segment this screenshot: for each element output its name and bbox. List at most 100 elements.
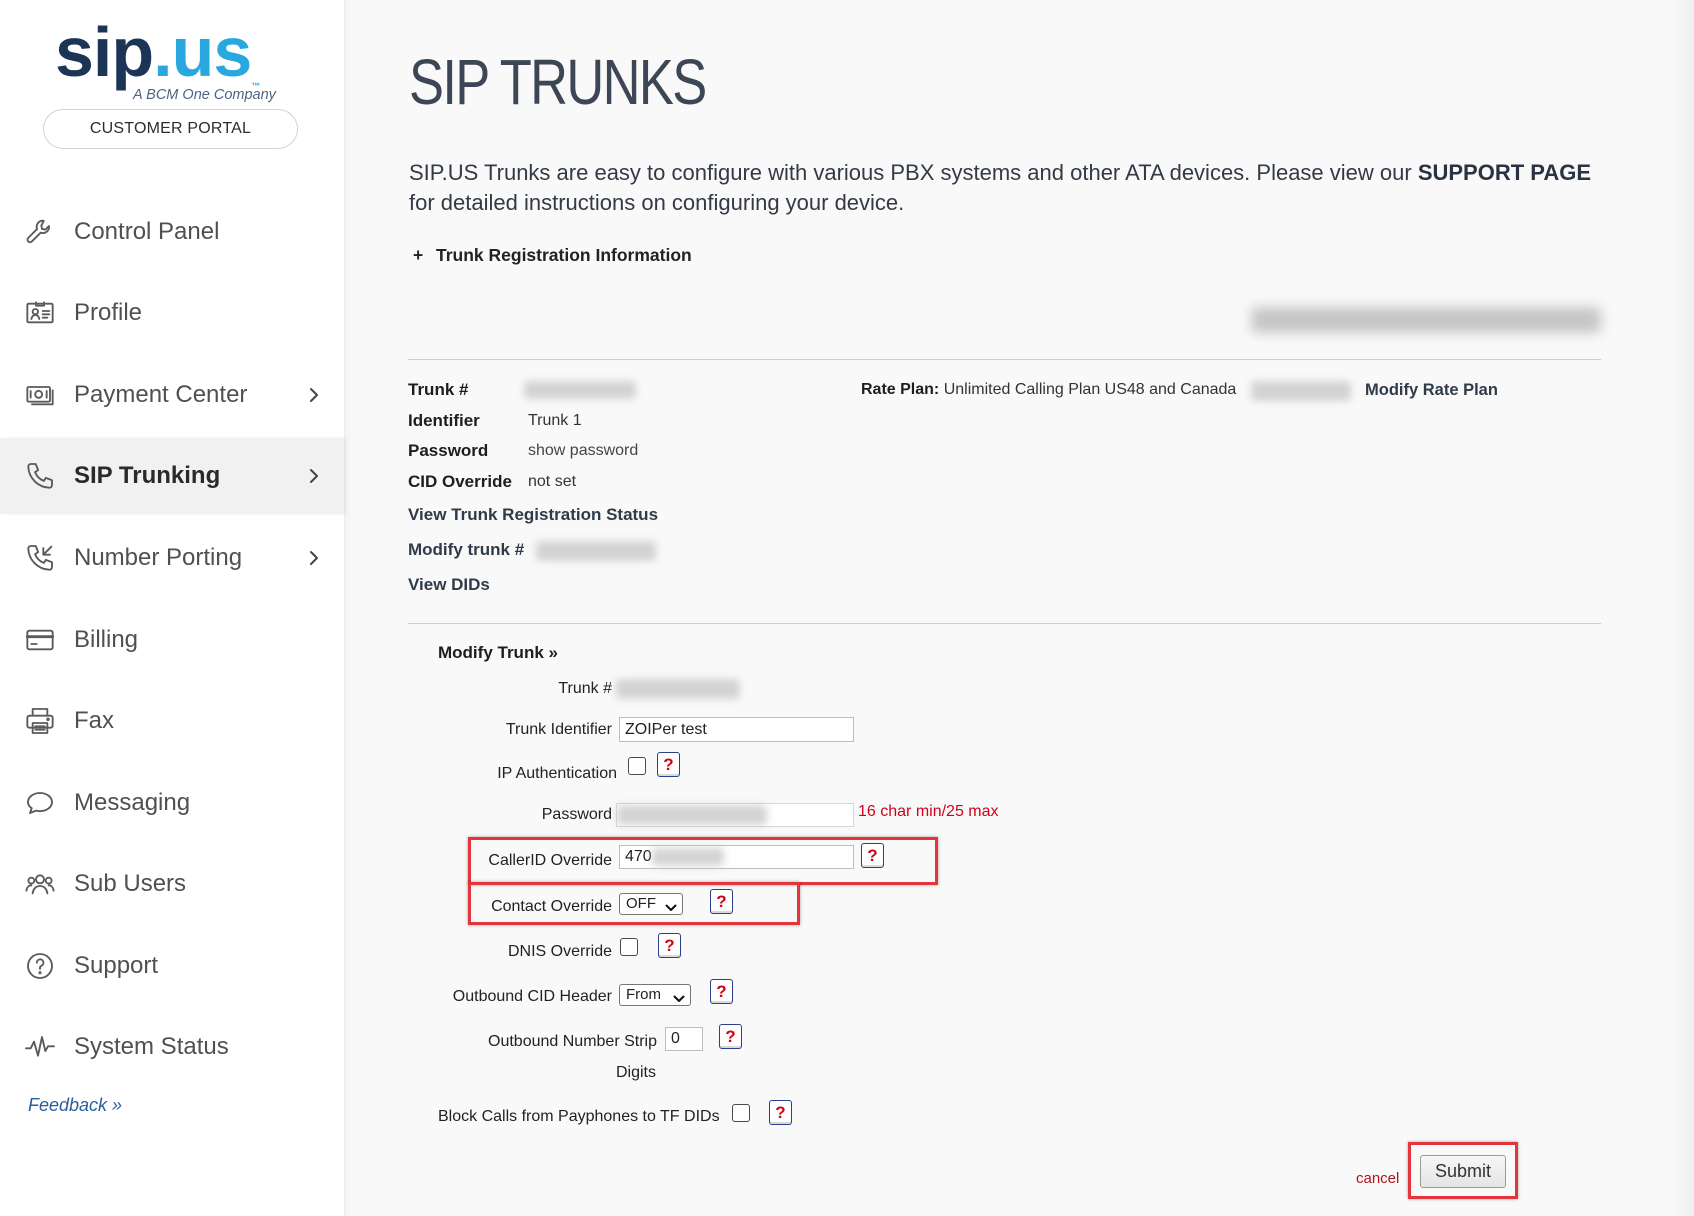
modify-trunk-heading: Modify Trunk » [438,643,558,662]
ip-authentication-checkbox[interactable] [628,757,646,775]
password-label: Password [408,441,489,460]
chevron-right-icon [304,385,324,405]
divider [408,623,1601,624]
page: sip.us™ A BCM One Company CUSTOMER PORTA… [0,0,1694,1216]
phone-icon [24,460,56,492]
support-page-link[interactable]: SUPPORT PAGE [1418,160,1591,185]
logo-dot: . [153,13,172,91]
sidebar-item-number-porting[interactable]: Number Porting [0,520,344,596]
sidebar: sip.us™ A BCM One Company CUSTOMER PORTA… [0,0,344,1216]
logo-us: us [171,13,253,91]
phone-incoming-icon [24,542,56,574]
outbound-cid-header-label: Outbound CID Header [452,988,612,1005]
users-icon [24,868,56,900]
modify-trunk-link[interactable]: Modify trunk # [408,540,524,560]
redacted-value [524,381,636,399]
id-card-icon [24,297,56,329]
redacted-value [536,541,656,561]
feedback-link[interactable]: Feedback » [28,1095,122,1116]
chevron-down-icon [673,990,685,1002]
intro-text-2: for detailed instructions on configuring… [409,190,905,215]
customer-portal-button[interactable]: CUSTOMER PORTAL [43,109,298,149]
chevron-right-icon [304,548,324,568]
page-title: SIP TRUNKS [409,46,707,118]
sidebar-item-billing[interactable]: Billing [0,602,344,678]
sidebar-item-label: Number Porting [74,544,243,571]
show-password-link[interactable]: show password [528,441,638,461]
outbound-cid-header-value: From [626,986,661,1003]
block-payphones-checkbox[interactable] [732,1104,750,1122]
right-edge-shadow [1672,0,1694,1216]
divider [408,359,1601,360]
logo-sip: sip [55,13,154,91]
sidebar-item-label: Payment Center [74,381,248,408]
block-payphones-label: Block Calls from Payphones to TF DIDs [438,1108,720,1125]
cash-icon [24,379,56,411]
help-button[interactable]: ? [657,752,680,777]
help-button[interactable]: ? [658,933,681,958]
intro-paragraph: SIP.US Trunks are easy to configure with… [409,158,1591,218]
cid-override-value: not set [528,473,577,490]
sidebar-item-label: Sub Users [74,870,187,897]
cancel-link[interactable]: cancel [1356,1169,1399,1189]
sidebar-item-messaging[interactable]: Messaging [0,765,344,841]
question-circle-icon [24,950,56,982]
contact-override-highlight-box [468,882,800,925]
callerid-highlight-box [468,837,938,885]
printer-icon [24,705,56,737]
pulse-icon [24,1031,56,1063]
wrench-icon [24,216,56,248]
sidebar-item-sub-users[interactable]: Sub Users [0,846,344,922]
redacted-value [616,679,740,699]
sidebar-item-support[interactable]: Support [0,928,344,1004]
password-hint: 16 char min/25 max [858,803,999,820]
trunk-identifier-label: Trunk Identifier [505,721,612,738]
redacted-value [1251,381,1351,401]
trunk-identifier-input[interactable] [619,717,854,742]
sidebar-item-label: Billing [74,626,139,653]
plus-icon: + [413,245,424,265]
dnis-override-label: DNIS Override [507,943,612,960]
cid-override-label: CID Override [408,472,512,491]
rate-plan-value: Unlimited Calling Plan US48 and Canada [943,381,1237,398]
sidebar-item-label: Profile [74,299,143,326]
sidebar-item-payment-center[interactable]: Payment Center [0,357,344,433]
sidebar-item-profile[interactable]: Profile [0,275,344,351]
rate-plan: Rate Plan: Unlimited Calling Plan US48 a… [861,380,1236,400]
intro-text: SIP.US Trunks are easy to configure with… [409,160,1418,185]
outbound-number-strip-label: Outbound Number Strip [488,1033,657,1050]
identifier-label: Identifier [408,411,480,430]
help-button[interactable]: ? [769,1100,792,1125]
sidebar-item-system-status[interactable]: System Status [0,1009,344,1085]
view-dids-link[interactable]: View DIDs [408,575,490,595]
outbound-number-strip-input[interactable] [665,1027,703,1051]
redacted-link [1251,307,1601,333]
outbound-cid-header-select[interactable]: From [619,984,691,1006]
password-field-label: Password [541,806,612,823]
outbound-number-strip-label-2: Digits [615,1064,656,1081]
modify-rate-plan-link[interactable]: Modify Rate Plan [1365,380,1498,400]
credit-card-icon [24,624,56,656]
redacted-value [617,805,767,825]
ip-authentication-label: IP Authentication [497,765,617,782]
sidebar-item-label: Support [74,952,159,979]
chat-bubble-icon [24,787,56,819]
sidebar-item-label: System Status [74,1033,229,1060]
trunk-number-label: Trunk # [408,380,469,399]
help-button[interactable]: ? [719,1024,742,1049]
sidebar-item-sip-trunking[interactable]: SIP Trunking [0,438,344,514]
trunk-registration-toggle[interactable]: + Trunk Registration Information [413,244,692,266]
rate-plan-label: Rate Plan: [861,381,940,398]
form-trunk-number-label: Trunk # [558,680,612,697]
logo-tagline: A BCM One Company [133,87,276,103]
sidebar-item-control-panel[interactable]: Control Panel [0,194,344,270]
sidebar-item-label: SIP Trunking [74,462,221,489]
sipus-logo[interactable]: sip.us™ [55,17,260,91]
view-registration-status-link[interactable]: View Trunk Registration Status [408,505,658,525]
sidebar-item-label: Messaging [74,789,191,816]
password-input[interactable] [616,803,854,827]
identifier-value: Trunk 1 [528,412,582,429]
dnis-override-checkbox[interactable] [620,938,638,956]
help-button[interactable]: ? [710,979,733,1004]
sidebar-item-fax[interactable]: Fax [0,683,344,759]
